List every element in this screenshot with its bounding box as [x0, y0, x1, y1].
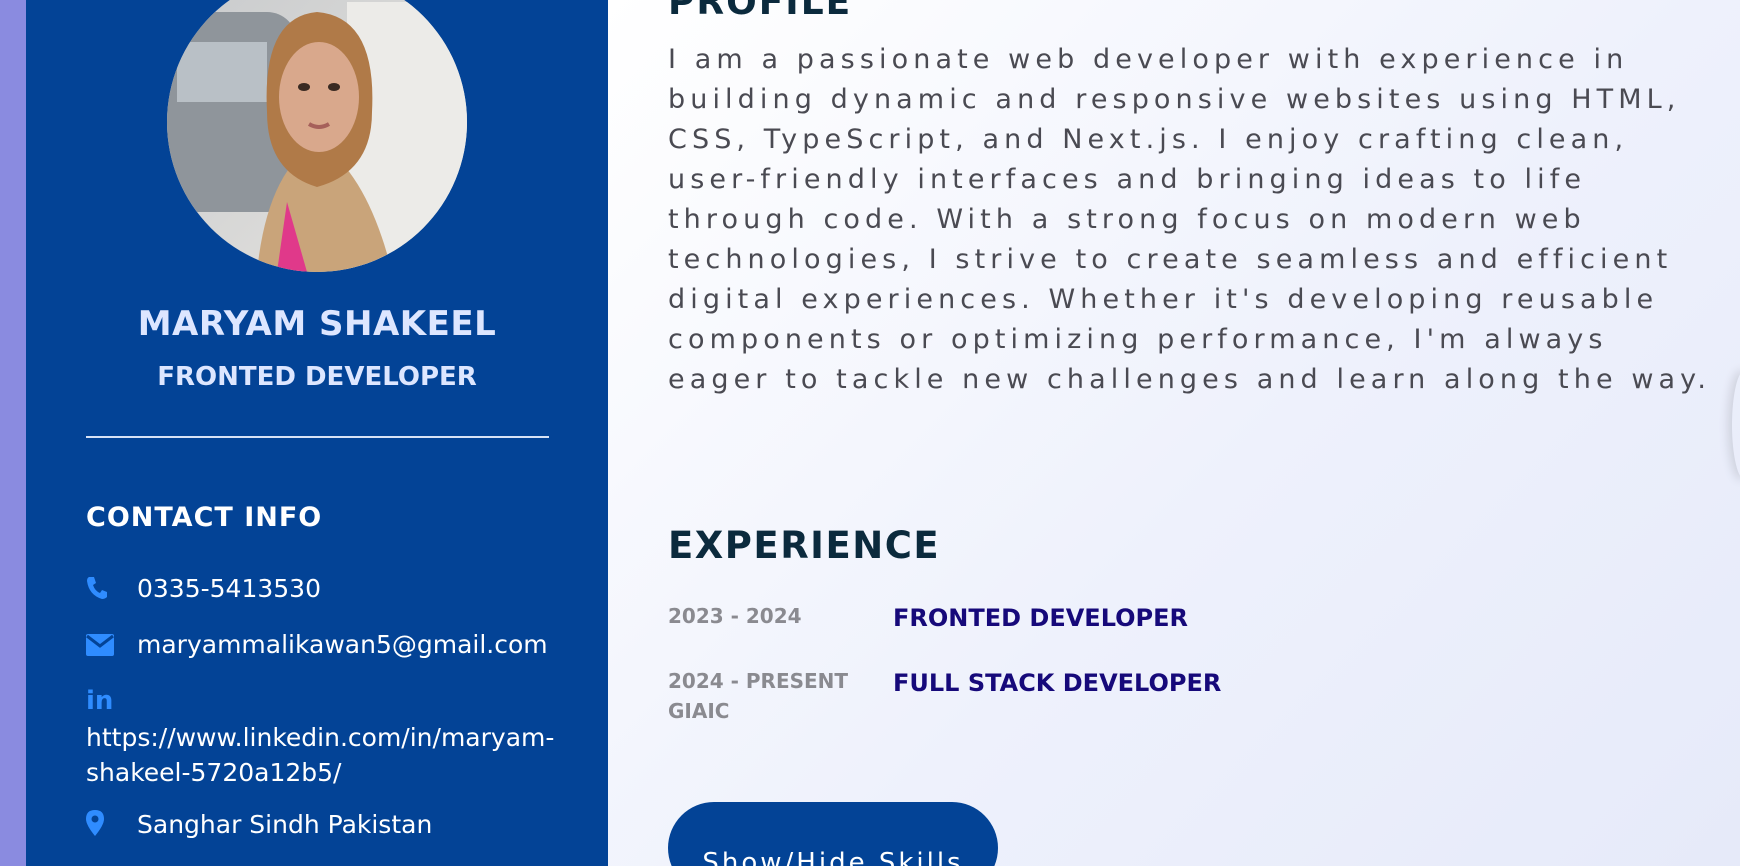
profile-name: MARYAM SHAKEEL [137, 304, 497, 344]
experience-heading: EXPERIENCE [668, 524, 941, 567]
avatar [167, 0, 467, 272]
map-marker-icon [86, 810, 104, 840]
contact-email[interactable]: maryammalikawan5@gmail.com [137, 630, 548, 659]
experience-role: FRONTED DEVELOPER [893, 604, 1188, 632]
experience-role: FULL STACK DEVELOPER [893, 669, 1222, 697]
phone-icon [86, 576, 108, 604]
contact-linkedin[interactable]: https://www.linkedin.com/in/maryam-shake… [86, 720, 556, 790]
contact-info-heading: CONTACT INFO [86, 502, 323, 533]
profile-description: I am a passionate web developer with exp… [668, 44, 1712, 395]
profile-role: FRONTED DEVELOPER [157, 362, 477, 392]
sidebar: MARYAM SHAKEEL FRONTED DEVELOPER CONTACT… [26, 0, 608, 866]
window-edge-strip [0, 0, 26, 866]
show-hide-skills-button[interactable]: Show/Hide Skills [668, 802, 998, 866]
linkedin-icon[interactable]: in [86, 686, 113, 716]
contact-location: Sanghar Sindh Pakistan [137, 810, 433, 839]
contact-phone[interactable]: 0335-5413530 [137, 574, 321, 603]
sidebar-divider [86, 436, 549, 438]
experience-period: 2023 - 2024 [668, 604, 802, 628]
envelope-icon [86, 634, 114, 660]
profile-heading: PROFILE [668, 0, 853, 23]
scroll-edge-shadow [1732, 370, 1740, 480]
main-content: PROFILE I am a passionate web developer … [608, 0, 1740, 866]
experience-period: 2024 - PRESENT GIAIC [668, 669, 849, 723]
